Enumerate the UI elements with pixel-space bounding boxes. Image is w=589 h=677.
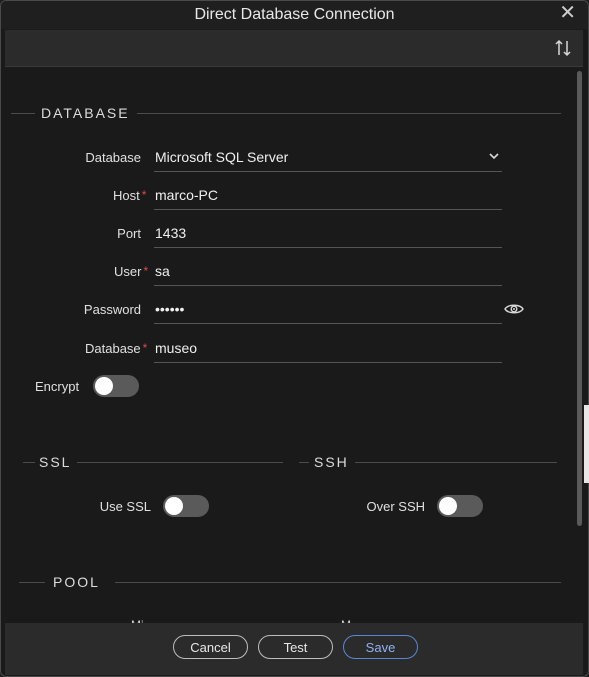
dialog-window: Direct Database Connection ✕ DATABASE Da… [0, 0, 589, 677]
cancel-button[interactable]: Cancel [173, 635, 248, 659]
host-label: Host * [113, 188, 147, 203]
user-input[interactable]: sa [154, 259, 502, 286]
test-button[interactable]: Test [258, 635, 333, 659]
database-type-value: Microsoft SQL Server [155, 149, 289, 165]
database-name-value: museo [155, 340, 198, 356]
eye-icon[interactable] [504, 302, 524, 316]
host-value: marco-PC [155, 187, 219, 203]
close-icon[interactable]: ✕ [559, 3, 576, 23]
section-title-pool: POOL [53, 574, 100, 590]
encrypt-label: Encrypt [35, 379, 80, 394]
password-label: Password [83, 302, 141, 317]
section-divider [11, 113, 35, 114]
user-label: User * [114, 264, 149, 279]
database-name-input[interactable]: museo [154, 336, 502, 363]
form-content: DATABASE Database Microsoft SQL Server H… [5, 67, 575, 623]
database-type-select[interactable]: Microsoft SQL Server [154, 145, 502, 172]
toggle-knob [95, 377, 113, 395]
dialog-footer: Cancel Test Save [5, 623, 583, 675]
required-marker: * [142, 341, 148, 355]
password-value: •••••• [155, 301, 185, 317]
window-title: Direct Database Connection [194, 6, 395, 23]
user-value: sa [155, 263, 170, 279]
use-ssl-label: Use SSL [99, 499, 151, 514]
save-button[interactable]: Save [343, 635, 418, 659]
background-window-edge [584, 405, 589, 483]
section-divider [299, 462, 309, 463]
section-divider [19, 582, 45, 583]
port-input[interactable]: 1433 [154, 221, 502, 248]
section-divider [137, 113, 561, 114]
section-divider [355, 462, 557, 463]
section-divider [77, 462, 283, 463]
over-ssh-toggle[interactable] [437, 495, 483, 517]
host-input[interactable]: marco-PC [154, 183, 502, 210]
password-input[interactable]: •••••• [154, 297, 502, 324]
toolbar [5, 30, 583, 67]
port-label: Port [117, 226, 141, 241]
required-marker: * [141, 188, 147, 202]
chevron-down-icon [489, 153, 499, 160]
sort-arrows-icon[interactable] [553, 38, 573, 58]
database-name-label: Database * [85, 341, 148, 356]
title-bar: Direct Database Connection ✕ [1, 1, 588, 29]
section-divider [23, 462, 35, 463]
use-ssl-toggle[interactable] [163, 495, 209, 517]
toggle-knob [439, 497, 457, 515]
scrollbar-thumb[interactable] [577, 71, 582, 526]
section-title-database: DATABASE [41, 105, 130, 121]
toggle-knob [165, 497, 183, 515]
required-marker: * [143, 264, 149, 278]
section-divider [115, 582, 561, 583]
database-type-label: Database [85, 150, 141, 165]
section-title-ssl: SSL [39, 454, 72, 470]
section-title-ssh: SSH [314, 454, 349, 470]
port-value: 1433 [155, 225, 187, 241]
over-ssh-label: Over SSH [366, 499, 425, 514]
encrypt-toggle[interactable] [93, 375, 139, 397]
